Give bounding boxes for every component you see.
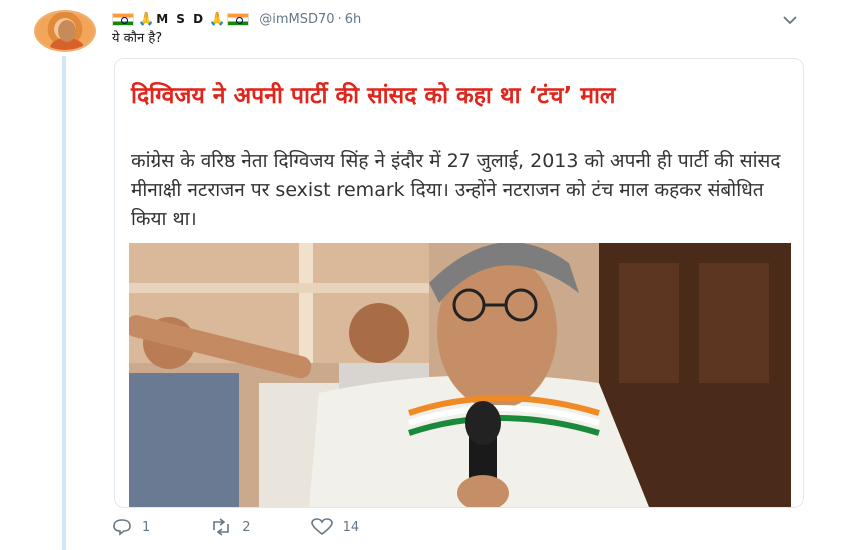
tweet-text: ये कौन है? [112, 31, 163, 46]
india-flag-icon [227, 12, 250, 26]
retweet-count: 2 [242, 519, 251, 535]
user-handle[interactable]: @imMSD70 [259, 12, 334, 27]
reply-count: 1 [142, 519, 151, 535]
avatar-face [58, 20, 76, 42]
reply-button[interactable]: 1 [112, 518, 150, 536]
card-body-text: कांग्रेस के वरिष्ठ नेता दिग्विजय सिंह ने… [131, 150, 781, 230]
avatar[interactable] [34, 10, 96, 52]
india-flag-icon [112, 12, 134, 26]
retweet-icon [213, 518, 230, 536]
folded-hands-icon: 🙏 [138, 11, 155, 27]
like-button[interactable]: 14 [310, 518, 360, 536]
thread-line [62, 56, 66, 550]
separator: · [337, 11, 342, 27]
retweet-button[interactable]: 2 [210, 518, 251, 536]
display-name[interactable]: M S D [156, 12, 205, 26]
media-card[interactable]: दिग्विजय ने अपनी पार्टी की सांसद को कहा … [114, 58, 804, 508]
tweet-header: 🙏 M S D 🙏 @imMSD70 · 6h [112, 10, 361, 28]
news-photo-illustration [129, 243, 791, 507]
heart-icon [310, 518, 333, 536]
tweet-actions: 1 2 14 [112, 518, 419, 536]
news-photo [129, 243, 791, 507]
card-headline: दिग्विजय ने अपनी पार्टी की सांसद को कहा … [131, 83, 616, 109]
timestamp[interactable]: 6h [345, 12, 362, 27]
folded-hands-icon: 🙏 [209, 11, 226, 27]
reply-icon [113, 519, 131, 536]
like-count: 14 [342, 519, 360, 535]
chevron-down-icon[interactable] [780, 12, 800, 28]
